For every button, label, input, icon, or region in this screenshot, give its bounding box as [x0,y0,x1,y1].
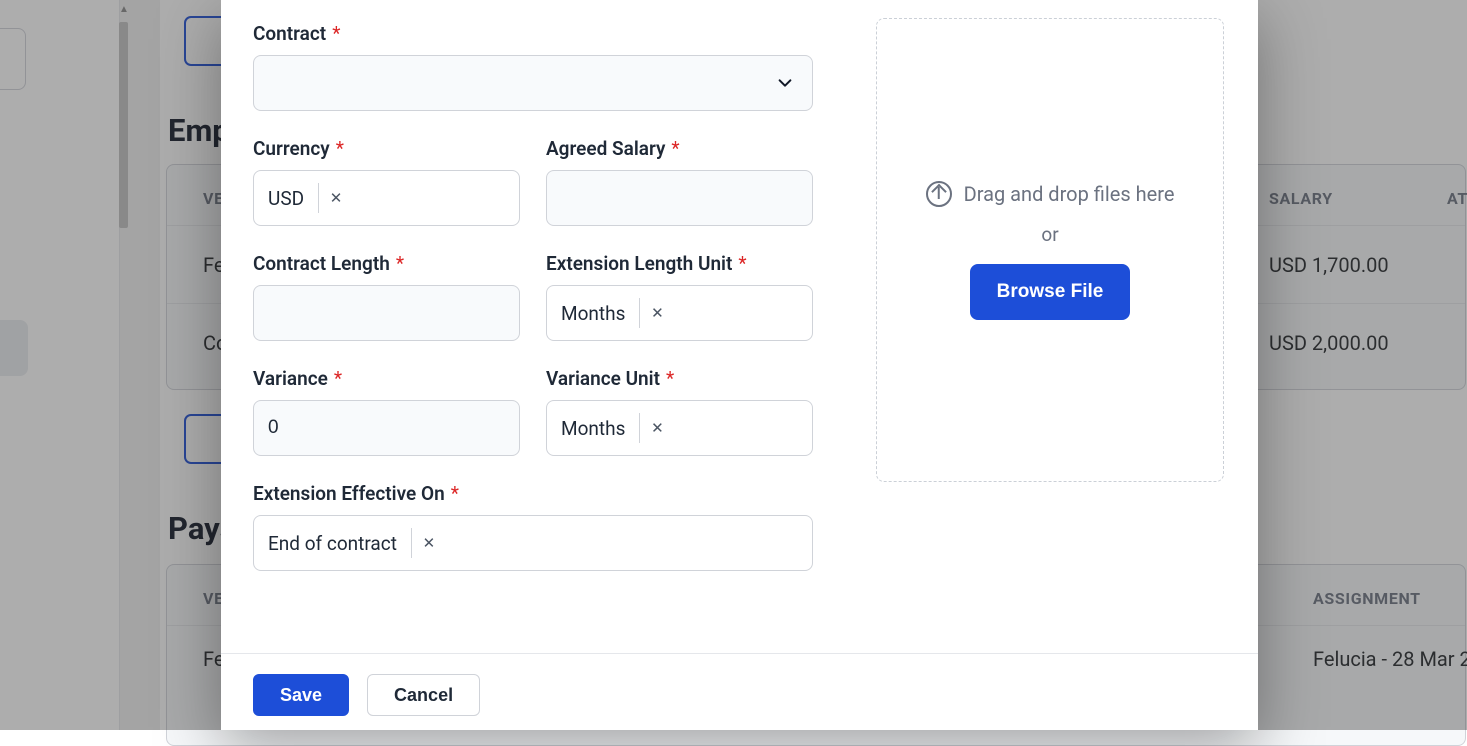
col-header-assignment: ASSIGNMENT [1313,589,1421,608]
table-cell-salary: USD 1,700.00 [1269,253,1389,277]
variance-unit-value: Months [561,417,639,440]
table-cell-assignment: Felucia - 28 Mar 20 [1313,647,1467,671]
modal-footer: Save Cancel [221,653,1258,730]
extension-effective-on-value: End of contract [268,532,411,555]
scroll-up-arrow[interactable]: ▲ [119,4,128,15]
chevron-down-icon [776,74,794,92]
dropzone-or: or [1041,223,1058,246]
variance-label: Variance* [253,367,520,390]
contract-length-input-wrap [253,285,520,341]
browse-file-button[interactable]: Browse File [970,264,1131,320]
clear-icon[interactable]: ✕ [640,411,674,445]
modal-body: Contract* Currency* USD ✕ [221,0,1258,653]
sidebar-selected-item[interactable] [0,320,28,376]
table-cell-salary: USD 2,000.00 [1269,331,1389,355]
sidebar-input[interactable] [0,28,26,90]
col-header-salary: SALARY [1269,189,1333,208]
scrollbar-thumb[interactable] [119,22,128,228]
col-header-at: AT [1447,189,1467,208]
upload-icon [926,181,952,207]
extension-effective-on-select[interactable]: End of contract ✕ [253,515,813,571]
variance-unit-label: Variance Unit* [546,367,813,390]
currency-value: USD [268,187,318,210]
agreed-salary-input[interactable] [547,171,812,225]
variance-input[interactable] [254,401,519,455]
extension-length-unit-value: Months [561,302,639,325]
modal-dialog: Contract* Currency* USD ✕ [221,0,1258,730]
contract-length-input[interactable] [254,286,519,340]
form-left-column: Contract* Currency* USD ✕ [253,0,813,597]
extension-effective-on-label: Extension Effective On* [253,482,813,505]
variance-input-wrap [253,400,520,456]
dropzone-text: Drag and drop files here [964,182,1175,206]
currency-label: Currency* [253,137,520,160]
upload-pane: Drag and drop files here or Browse File [876,18,1224,482]
agreed-salary-input-wrap [546,170,813,226]
file-dropzone[interactable]: Drag and drop files here or Browse File [876,18,1224,482]
currency-select[interactable]: USD ✕ [253,170,520,226]
left-sidebar: y nce ▲ [0,0,120,730]
variance-unit-select[interactable]: Months ✕ [546,400,813,456]
save-button[interactable]: Save [253,674,349,716]
sidebar-scrollbar[interactable]: ▲ [119,10,128,720]
clear-icon[interactable]: ✕ [319,181,353,215]
extension-length-unit-label: Extension Length Unit* [546,252,813,275]
agreed-salary-label: Agreed Salary* [546,137,813,160]
contract-select[interactable] [253,55,813,111]
contract-label: Contract* [253,22,813,45]
cancel-button[interactable]: Cancel [367,674,480,716]
clear-icon[interactable]: ✕ [412,526,446,560]
extension-length-unit-select[interactable]: Months ✕ [546,285,813,341]
clear-icon[interactable]: ✕ [640,296,674,330]
contract-length-label: Contract Length* [253,252,520,275]
